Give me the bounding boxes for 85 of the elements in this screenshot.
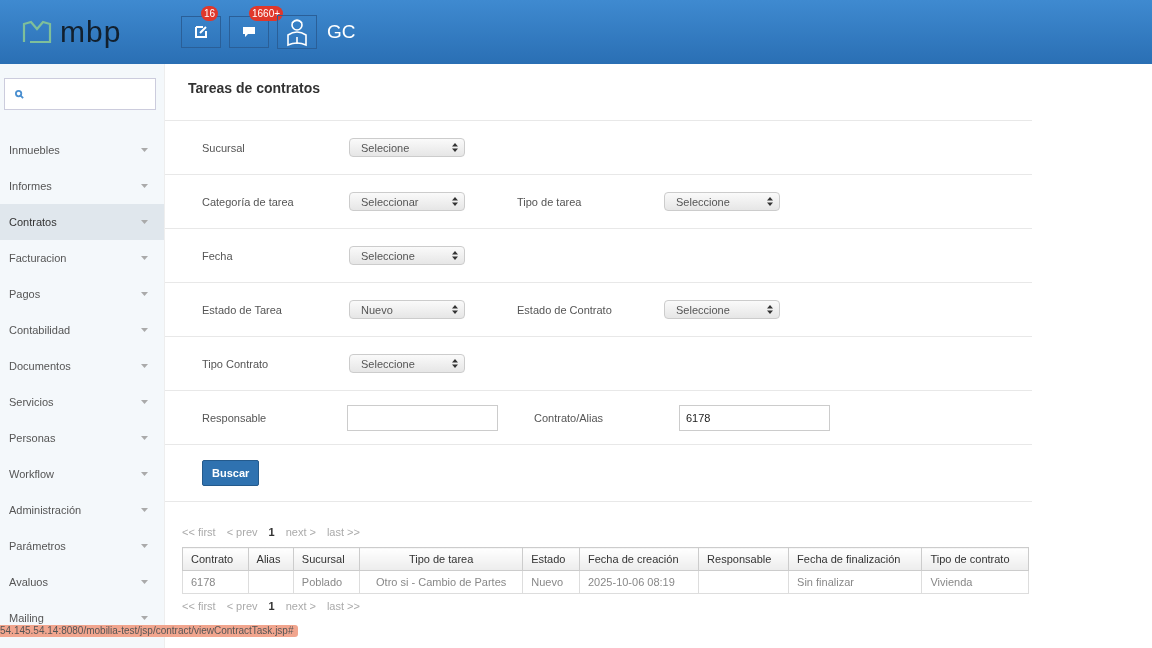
table-cell: Otro si - Cambio de Partes bbox=[376, 576, 507, 588]
caret-icon bbox=[141, 436, 148, 440]
column-header[interactable]: Fecha de creación bbox=[579, 547, 699, 571]
updown-icon bbox=[452, 359, 458, 368]
field-label: Estado de Tarea bbox=[202, 303, 283, 316]
caret-icon bbox=[141, 148, 148, 152]
search-icon bbox=[15, 89, 24, 99]
house-logo-icon bbox=[22, 20, 52, 44]
sidebar-item[interactable]: Pagos bbox=[0, 286, 164, 302]
sidebar-item[interactable]: Documentos bbox=[0, 358, 164, 374]
dropdown[interactable]: Seleccione bbox=[349, 354, 465, 373]
pager-link[interactable]: 1 bbox=[268, 526, 275, 538]
column-header[interactable]: Tipo de tarea bbox=[359, 547, 523, 571]
field-label: Fecha bbox=[202, 249, 234, 262]
caret-icon bbox=[141, 580, 148, 584]
search-field[interactable] bbox=[4, 78, 156, 110]
user-button[interactable] bbox=[277, 15, 317, 49]
table-cell: 2025-10-06 08:19 bbox=[588, 576, 675, 588]
column-header[interactable]: Alias bbox=[248, 547, 294, 571]
field-label: Contrato/Alias bbox=[534, 411, 605, 424]
caret-icon bbox=[141, 544, 148, 548]
caret-icon bbox=[141, 256, 148, 260]
search-button[interactable]: Buscar bbox=[202, 460, 260, 486]
logo-text: mbp bbox=[60, 15, 122, 49]
sidebar-item[interactable]: Personas bbox=[0, 430, 164, 446]
sidebar-item[interactable]: Servicios bbox=[0, 394, 164, 410]
field-label: Tipo Contrato bbox=[202, 357, 270, 370]
dropdown[interactable]: Seleccione bbox=[664, 192, 780, 211]
field-label: Tipo de tarea bbox=[517, 195, 583, 208]
caret-icon bbox=[141, 472, 148, 476]
caret-icon bbox=[141, 508, 148, 512]
dropdown[interactable]: Selecione bbox=[349, 138, 465, 157]
caret-icon bbox=[141, 220, 148, 224]
table-cell: Poblado bbox=[301, 576, 343, 588]
dropdown[interactable]: Seleccione bbox=[664, 300, 780, 319]
updown-icon bbox=[452, 305, 458, 314]
table-cell: 6178 bbox=[191, 576, 216, 588]
dropdown[interactable]: Seleccionar bbox=[349, 192, 465, 211]
input-field[interactable]: 6178 bbox=[679, 404, 830, 431]
sidebar-item[interactable]: Mailing bbox=[0, 610, 164, 626]
caret-icon bbox=[141, 292, 148, 296]
column-header[interactable]: Fecha de finalización bbox=[788, 547, 922, 571]
sidebar-item[interactable]: Administración bbox=[0, 502, 164, 518]
updown-icon bbox=[767, 197, 773, 206]
caret-icon bbox=[141, 364, 148, 368]
field-label: Responsable bbox=[202, 411, 268, 424]
field-label: Sucursal bbox=[202, 141, 246, 154]
status-bar-url: 54.145.54.14:8080/mobilia-test/jsp/contract/viewContractTask.jsp# bbox=[0, 625, 298, 637]
column-header[interactable]: Sucursal bbox=[293, 547, 360, 571]
updown-icon bbox=[767, 305, 773, 314]
person-reading-icon bbox=[285, 17, 309, 47]
caret-icon bbox=[141, 616, 148, 620]
dropdown[interactable]: Seleccione bbox=[349, 246, 465, 265]
sidebar-item[interactable]: Workflow bbox=[0, 466, 164, 482]
field-label: Estado de Contrato bbox=[517, 303, 613, 316]
column-header[interactable]: Responsable bbox=[698, 547, 789, 571]
user-initials: GC bbox=[327, 21, 356, 43]
table-cell: Vivienda bbox=[930, 576, 973, 588]
table-cell: Sin finalizar bbox=[797, 576, 854, 588]
notification-count: 1660+ bbox=[249, 6, 284, 21]
pager-link[interactable]: 1 bbox=[268, 600, 275, 612]
caret-icon bbox=[141, 328, 148, 332]
sidebar-item[interactable]: Contabilidad bbox=[0, 322, 164, 338]
input-field[interactable] bbox=[347, 404, 498, 431]
updown-icon bbox=[452, 251, 458, 260]
field-label: Categoría de tarea bbox=[202, 195, 295, 208]
column-header[interactable]: Tipo de contrato bbox=[921, 547, 1029, 571]
sidebar-item[interactable]: Parámetros bbox=[0, 538, 164, 554]
column-header[interactable]: Estado bbox=[522, 547, 580, 571]
dropdown[interactable]: Nuevo bbox=[349, 300, 465, 319]
caret-icon bbox=[141, 400, 148, 404]
updown-icon bbox=[452, 143, 458, 152]
sidebar-item[interactable]: Informes bbox=[0, 178, 164, 194]
updown-icon bbox=[452, 197, 458, 206]
table-cell: Nuevo bbox=[531, 576, 563, 588]
sidebar-item[interactable]: Inmuebles bbox=[0, 142, 164, 158]
edit-icon bbox=[194, 25, 208, 39]
caret-icon bbox=[141, 184, 148, 188]
sidebar-item[interactable]: Facturacion bbox=[0, 250, 164, 266]
header-button[interactable] bbox=[181, 16, 221, 48]
chat-icon bbox=[242, 26, 256, 38]
notification-count: 16 bbox=[201, 6, 219, 21]
column-header[interactable]: Contrato bbox=[182, 547, 249, 571]
page-title: Tareas de contratos bbox=[188, 80, 321, 98]
sidebar-item[interactable]: Avaluos bbox=[0, 574, 164, 590]
